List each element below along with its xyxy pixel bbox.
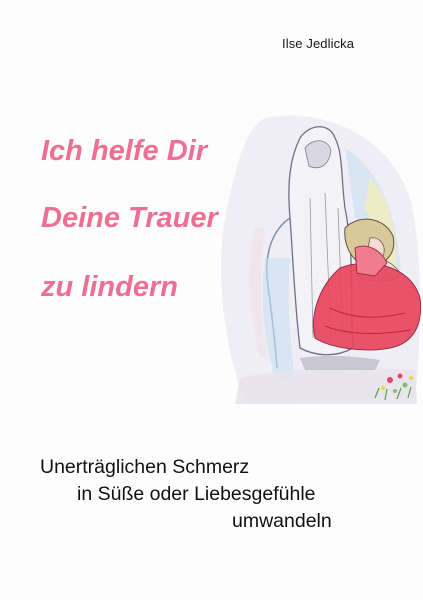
title-line-3: zu lindern (41, 271, 178, 303)
flower (397, 373, 403, 379)
subtitle: Unerträglichen Schmerz in Süße oder Lieb… (40, 454, 405, 535)
subtitle-line-2: in Süße oder Liebesgefühle (77, 483, 316, 505)
book-cover: Ilse Jedlicka Ich helfe Dir Deine Trauer… (0, 0, 423, 600)
author-name: Ilse Jedlicka (282, 36, 355, 51)
flower (402, 382, 408, 388)
subtitle-line-1: Unerträglichen Schmerz (40, 456, 250, 478)
cover-illustration (221, 115, 422, 404)
title-line-2: Deine Trauer (41, 202, 218, 234)
flower (381, 386, 385, 390)
title-line-1: Ich helfe Dir (41, 135, 207, 167)
flower (409, 376, 413, 380)
subtitle-line-3: umwandeln (232, 510, 332, 532)
flower (387, 377, 393, 383)
flower (393, 389, 397, 393)
